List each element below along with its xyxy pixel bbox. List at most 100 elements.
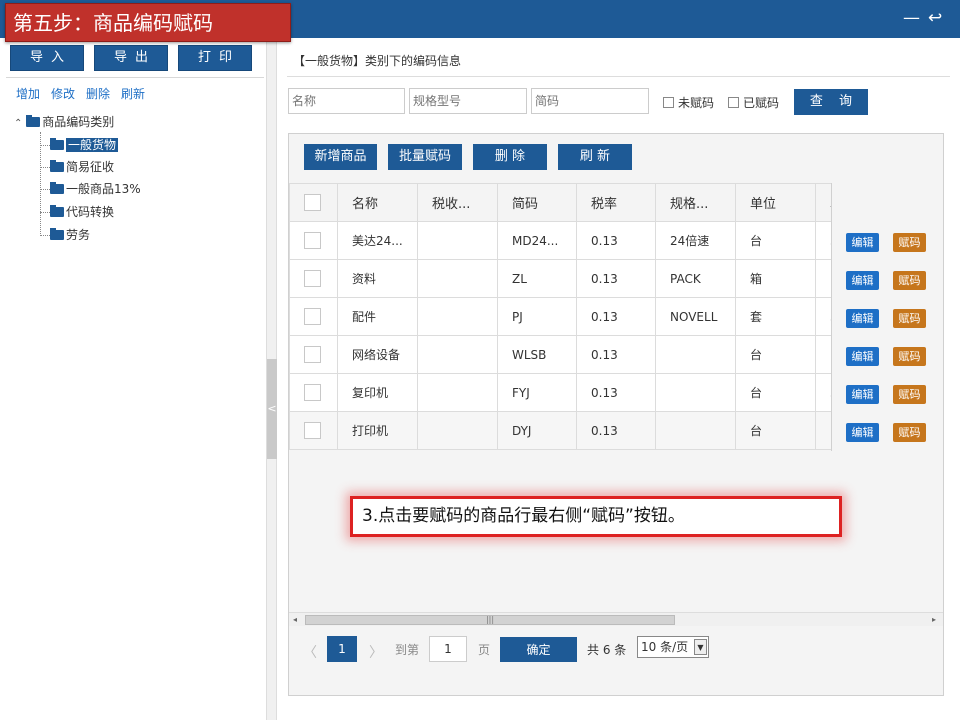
- import-button[interactable]: 导入: [10, 45, 84, 71]
- select-all-cell[interactable]: [289, 183, 338, 222]
- table-cell: 台: [735, 221, 816, 260]
- tree-item-general-13[interactable]: 一般商品13%: [50, 181, 141, 197]
- checkbox-icon[interactable]: [304, 308, 321, 325]
- assign-code-button[interactable]: 赋码: [893, 423, 926, 442]
- checkbox-icon[interactable]: [663, 97, 674, 108]
- checkbox-icon[interactable]: [304, 232, 321, 249]
- table-row[interactable]: 配件PJ0.13NOVELL套3: [289, 297, 856, 336]
- assign-code-button[interactable]: 赋码: [893, 271, 926, 290]
- table-cell: MD24...: [497, 221, 577, 260]
- folder-icon: [50, 228, 64, 240]
- row-select-cell[interactable]: [289, 373, 338, 412]
- tree-item-code-convert[interactable]: 代码转换: [50, 204, 114, 220]
- query-button[interactable]: 查 询: [794, 89, 868, 115]
- tree-item-general-goods[interactable]: 一般货物: [50, 137, 119, 153]
- add-goods-button[interactable]: 新增商品: [304, 144, 377, 170]
- checkbox-icon[interactable]: [304, 270, 321, 287]
- edit-button[interactable]: 编辑: [846, 309, 879, 328]
- edit-button[interactable]: 编辑: [846, 423, 879, 442]
- assign-code-button[interactable]: 赋码: [893, 347, 926, 366]
- row-select-cell[interactable]: [289, 221, 338, 260]
- modify-link[interactable]: 修改: [51, 87, 75, 101]
- collapse-handle[interactable]: <: [267, 359, 277, 459]
- row-actions: 编辑 赋码: [832, 336, 943, 374]
- column-header[interactable]: 税收...: [417, 183, 498, 222]
- delete-button[interactable]: 删 除: [473, 144, 547, 170]
- checkbox-icon[interactable]: [304, 194, 321, 211]
- checkbox-icon[interactable]: [304, 422, 321, 439]
- row-select-cell[interactable]: [289, 335, 338, 374]
- assign-code-button[interactable]: 赋码: [893, 385, 926, 404]
- spec-input[interactable]: [409, 88, 527, 114]
- tree-root[interactable]: ⌃ 商品编码类别: [14, 114, 114, 130]
- assign-code-button[interactable]: 赋码: [893, 309, 926, 328]
- pagination: 〈 1 〉 到第 1 页 确定 共 6 条 10 条/页 ▼: [289, 628, 943, 668]
- batch-assign-button[interactable]: 批量赋码: [388, 144, 462, 170]
- column-header[interactable]: 规格...: [655, 183, 736, 222]
- scroll-left-icon[interactable]: ◂: [293, 613, 297, 627]
- edit-button[interactable]: 编辑: [846, 271, 879, 290]
- name-input[interactable]: [288, 88, 405, 114]
- table-cell: [655, 411, 736, 450]
- scroll-thumb[interactable]: |||: [305, 615, 675, 625]
- table-cell: 箱: [735, 259, 816, 298]
- collapse-icon[interactable]: ⌃: [14, 118, 22, 129]
- back-arrow-icon[interactable]: ↩: [928, 8, 942, 28]
- refresh-button[interactable]: 刷 新: [558, 144, 632, 170]
- table-row[interactable]: 网络设备WLSB0.13台1: [289, 335, 856, 374]
- minimize-icon[interactable]: —: [903, 8, 920, 28]
- table-row[interactable]: 美达24...MD24...0.1324倍速台5: [289, 221, 856, 260]
- row-select-cell[interactable]: [289, 297, 338, 336]
- tree-item-label: 劳务: [66, 228, 91, 242]
- edit-button[interactable]: 编辑: [846, 347, 879, 366]
- tree-line: [40, 189, 50, 190]
- edit-button[interactable]: 编辑: [846, 233, 879, 252]
- column-header[interactable]: 税率: [576, 183, 656, 222]
- tree-item-simple-levy[interactable]: 简易征收: [50, 159, 114, 175]
- checkbox-icon[interactable]: [728, 97, 739, 108]
- tree-item-labor[interactable]: 劳务: [50, 227, 90, 243]
- scroll-right-icon[interactable]: ▸: [932, 613, 936, 627]
- table-cell: 资料: [337, 259, 418, 298]
- column-header[interactable]: 名称: [337, 183, 418, 222]
- assign-code-button[interactable]: 赋码: [893, 233, 926, 252]
- horizontal-scrollbar[interactable]: ◂ ||| ▸: [289, 612, 943, 626]
- table-cell: NOVELL: [655, 297, 736, 336]
- unassigned-checkbox[interactable]: 未赋码: [663, 94, 714, 111]
- checkbox-label: 已赋码: [743, 96, 780, 110]
- row-select-cell[interactable]: [289, 411, 338, 450]
- table-cell: PACK: [655, 259, 736, 298]
- page-size-value: 10 条/页: [641, 640, 689, 654]
- table-header: 名称 税收... 简码 税率 规格... 单位 单: [289, 183, 856, 222]
- row-select-cell[interactable]: [289, 259, 338, 298]
- prev-page-icon[interactable]: 〈: [303, 642, 317, 662]
- table-cell: [417, 335, 498, 374]
- checkbox-icon[interactable]: [304, 346, 321, 363]
- table-row[interactable]: 打印机DYJ0.13台1: [289, 411, 856, 450]
- panel-splitter[interactable]: <: [266, 38, 277, 720]
- export-button[interactable]: 导出: [94, 45, 168, 71]
- code-input[interactable]: [531, 88, 649, 114]
- assigned-checkbox[interactable]: 已赋码: [728, 94, 779, 111]
- edit-button[interactable]: 编辑: [846, 385, 879, 404]
- table-row[interactable]: 复印机FYJ0.13台5: [289, 373, 856, 412]
- print-button[interactable]: 打印: [178, 45, 252, 71]
- goto-page-input[interactable]: 1: [429, 636, 467, 662]
- chevron-down-icon[interactable]: ▼: [694, 639, 707, 655]
- table-row[interactable]: 资料ZL0.13PACK箱1: [289, 259, 856, 298]
- checkbox-icon[interactable]: [304, 384, 321, 401]
- column-header[interactable]: 简码: [497, 183, 577, 222]
- delete-link[interactable]: 删除: [86, 87, 110, 101]
- page-size-select[interactable]: 10 条/页 ▼: [637, 636, 709, 658]
- table-cell: 台: [735, 373, 816, 412]
- tree-item-label: 一般货物: [66, 138, 119, 152]
- goods-grid: 名称 税收... 简码 税率 规格... 单位 单 美达24... MD24...…: [289, 183, 856, 450]
- confirm-button[interactable]: 确定: [500, 637, 577, 662]
- current-page-button[interactable]: 1: [327, 636, 357, 662]
- table-cell: 网络设备: [337, 335, 418, 374]
- add-link[interactable]: 增加: [16, 87, 40, 101]
- column-header[interactable]: 单位: [735, 183, 816, 222]
- tree-item-label: 一般商品13%: [66, 182, 141, 196]
- next-page-icon[interactable]: 〉: [369, 642, 383, 662]
- refresh-link[interactable]: 刷新: [121, 87, 145, 101]
